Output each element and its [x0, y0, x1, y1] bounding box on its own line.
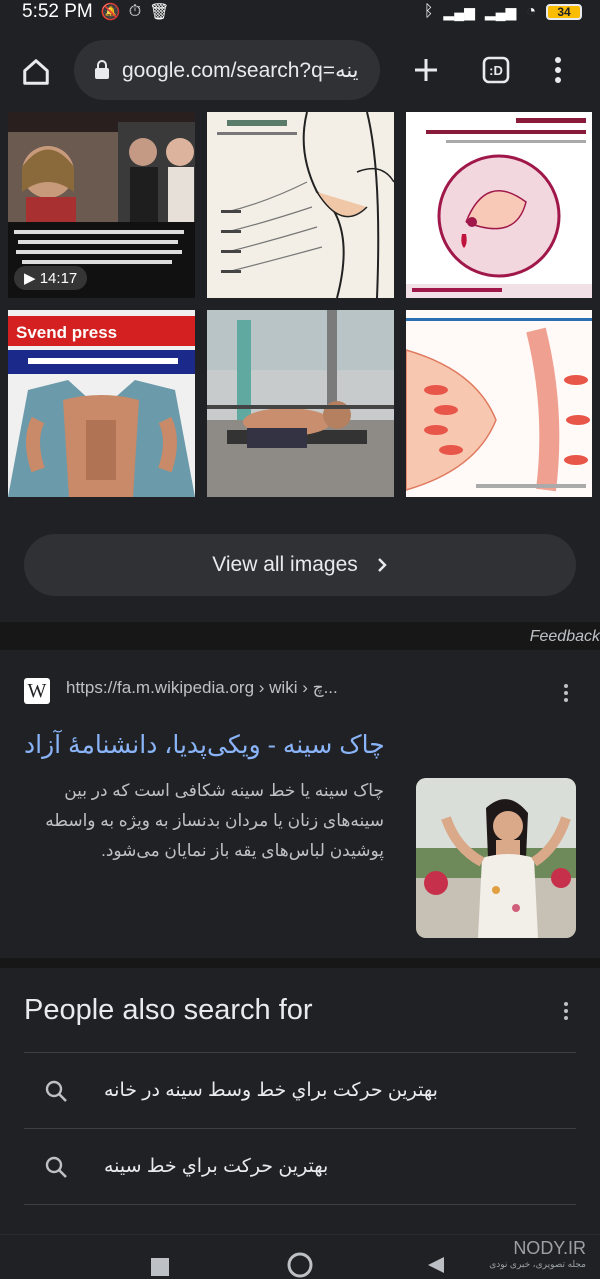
svg-text:Svend press: Svend press [16, 323, 117, 342]
search-result: W https://fa.m.wikipedia.org › wiki › چ.… [0, 650, 600, 958]
more-vert-icon[interactable] [564, 684, 570, 702]
result-snippet: چاک سینه یا خط سینه شکافی است که در بین … [45, 781, 384, 860]
wikipedia-logo-icon: W [24, 678, 50, 704]
result-title[interactable]: چاک سینه - ویکی‌پدیا، دانشنامهٔ آزاد [24, 730, 424, 760]
image-result-6[interactable] [406, 310, 592, 497]
signal-icon: ▂▄▆ [443, 3, 475, 20]
related-search-item-partial[interactable] [24, 1204, 576, 1234]
lock-icon [95, 60, 109, 79]
image-result-video[interactable]: ▶ 14:17 [8, 112, 195, 298]
play-icon: ▶ [24, 270, 36, 287]
related-search-text: بهترین حرکت براي خط سینه [104, 1156, 329, 1177]
people-also-search-section: People also search for بهترین حرکت براي … [0, 968, 600, 1234]
image-result-2[interactable] [207, 112, 394, 298]
home-icon [23, 59, 49, 85]
wifi-icon: ◔ [526, 3, 536, 20]
menu-button[interactable] [538, 50, 578, 90]
new-tab-button[interactable] [406, 50, 446, 90]
image-result-3[interactable] [406, 112, 592, 298]
section-divider-2 [0, 958, 600, 968]
watermark-sub: مجله تصویری، خبری نودی [489, 1259, 586, 1269]
back-icon[interactable] [426, 1255, 446, 1275]
view-all-images-button[interactable]: View all images [24, 534, 576, 596]
feedback-link[interactable]: Feedback [530, 628, 600, 646]
more-vert-icon[interactable] [564, 1002, 570, 1020]
plus-icon [415, 59, 437, 81]
status-time: 5:52 PM [22, 1, 93, 22]
battery-indicator: 34 [546, 4, 582, 20]
view-all-label: View all images [212, 553, 358, 576]
result-thumbnail[interactable] [416, 778, 576, 938]
alarm-icon: ⏱ [128, 3, 142, 20]
home-circle-icon[interactable] [286, 1251, 314, 1279]
url-text: google.com/search?q=ينه [122, 58, 359, 82]
signal-icon-2: ▂▄▆ [484, 3, 517, 20]
tab-switcher-button[interactable]: :D [476, 50, 516, 90]
status-bar: 5:52 PM 🔕 ⏱ 🗑 ᛒ ▂▄▆ ▂▄▆ ◔ 34 [0, 0, 600, 24]
search-icon [45, 1080, 67, 1102]
browser-toolbar: google.com/search?q=ينه :D [0, 24, 600, 112]
home-button[interactable] [16, 52, 56, 92]
address-bar[interactable]: google.com/search?q=ينه [74, 40, 380, 100]
result-url[interactable]: https://fa.m.wikipedia.org › wiki › چ... [66, 678, 338, 698]
duration-text: 14:17 [39, 270, 78, 287]
recents-icon[interactable] [150, 1257, 170, 1277]
watermark: NODY.IR مجله تصویری، خبری نودی [489, 1238, 586, 1272]
bluetooth-icon: ᛒ [423, 3, 434, 20]
video-duration: ▶ 14:17 [14, 266, 88, 290]
mute-icon: 🔕 [100, 4, 121, 21]
related-search-item[interactable]: بهترین حرکت براي خط سینه [24, 1128, 576, 1204]
chevron-right-icon [377, 558, 387, 572]
svg-text::D: :D [489, 63, 503, 78]
section-divider [0, 622, 600, 650]
tab-switcher-icon: :D [482, 56, 510, 84]
related-search-text: بهترین حرکت براي خط وسط سینه در خانه [104, 1080, 438, 1101]
more-vert-icon [555, 57, 561, 83]
watermark-brand: NODY.IR [513, 1238, 586, 1258]
related-search-item[interactable]: بهترین حرکت براي خط وسط سینه در خانه [24, 1052, 576, 1128]
search-icon [45, 1156, 67, 1178]
image-result-5[interactable] [207, 310, 394, 497]
trash-icon: 🗑 [149, 4, 170, 21]
image-result-4[interactable]: Svend press [8, 310, 195, 497]
section-title: People also search for [24, 994, 313, 1026]
